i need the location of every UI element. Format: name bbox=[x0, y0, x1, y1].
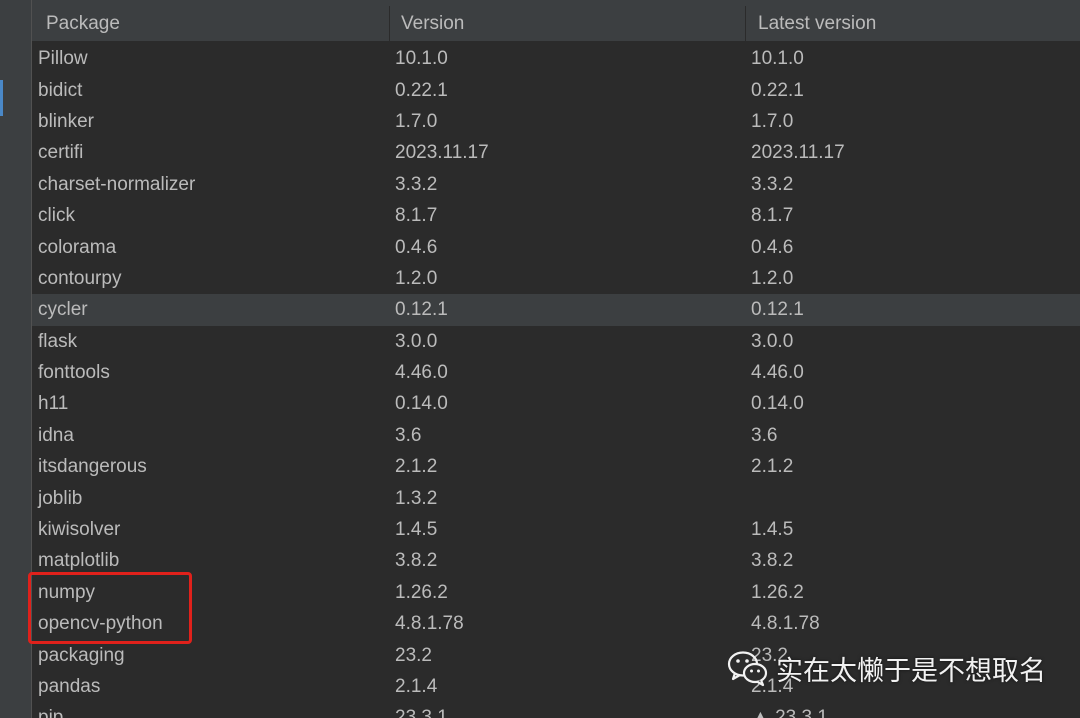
version-cell: 23.2 bbox=[395, 644, 432, 666]
package-name-cell: certifi bbox=[38, 142, 84, 164]
latest-version-cell: 0.12.1 bbox=[751, 299, 804, 321]
table-row[interactable]: h11 0.14.0 0.14.0 bbox=[32, 388, 1080, 420]
version-cell: 2023.11.17 bbox=[395, 142, 489, 164]
latest-version-cell: 10.1.0 bbox=[751, 48, 804, 70]
package-name-cell: Pillow bbox=[38, 48, 88, 70]
table-row[interactable]: fonttools 4.46.0 4.46.0 bbox=[32, 356, 1080, 389]
watermark: 实在太懒于是不想取名 bbox=[726, 646, 1046, 690]
latest-version-cell: 1.4.5 bbox=[751, 519, 794, 541]
version-cell: 0.22.1 bbox=[395, 79, 448, 101]
version-cell: 2.1.2 bbox=[395, 456, 438, 478]
package-name-cell: itsdangerous bbox=[38, 456, 147, 478]
latest-version-cell: 0.14.0 bbox=[751, 393, 804, 415]
package-name-cell: idna bbox=[38, 424, 74, 446]
package-name-cell: kiwisolver bbox=[38, 519, 121, 541]
table-row[interactable]: idna 3.6 3.6 bbox=[32, 419, 1080, 452]
table-row[interactable]: pip 23.3.1 ▲ 23.3.1 bbox=[32, 702, 1080, 718]
package-name-cell: pandas bbox=[38, 676, 101, 697]
table-row[interactable]: cycler 0.12.1 0.12.1 bbox=[32, 294, 1080, 326]
gutter-marker bbox=[0, 80, 3, 116]
table-row[interactable]: click 8.1.7 8.1.7 bbox=[32, 199, 1080, 232]
version-cell: 23.3.1 bbox=[395, 707, 448, 718]
latest-version-cell: 3.8.2 bbox=[751, 550, 794, 572]
table-row[interactable]: colorama 0.4.6 0.4.6 bbox=[32, 231, 1080, 263]
version-cell: 4.46.0 bbox=[395, 362, 448, 384]
table-row[interactable]: joblib 1.3.2 bbox=[32, 482, 1080, 514]
latest-version-cell: 2023.11.17 bbox=[751, 142, 845, 164]
table-header: Package Version Latest version bbox=[32, 6, 1080, 42]
package-name-cell: flask bbox=[38, 330, 78, 352]
latest-version-cell: 4.46.0 bbox=[751, 362, 804, 384]
table-body: Pillow 10.1.0 10.1.0 bidict 0.22.1 0.22.1 blin… bbox=[32, 43, 1080, 718]
table-row[interactable]: flask 3.0.0 3.0.0 bbox=[32, 325, 1080, 357]
table-row[interactable]: numpy 1.26.2 1.26.2 bbox=[32, 576, 1080, 609]
column-header-package[interactable]: Package bbox=[32, 6, 390, 42]
latest-version-cell: 8.1.7 bbox=[751, 205, 794, 227]
version-cell: 10.1.0 bbox=[395, 48, 448, 70]
package-name-cell: pip bbox=[38, 707, 64, 718]
package-name-cell: charset-normalizer bbox=[38, 173, 196, 195]
latest-version-cell: 4.8.1.78 bbox=[751, 613, 820, 635]
version-cell: 1.3.2 bbox=[395, 487, 438, 509]
package-name-cell: colorama bbox=[38, 236, 117, 258]
version-cell: 1.2.0 bbox=[395, 267, 438, 289]
column-header-version[interactable]: Version bbox=[390, 6, 746, 42]
latest-version-cell: 3.3.2 bbox=[751, 173, 794, 195]
wechat-icon bbox=[726, 648, 770, 688]
version-cell: 1.7.0 bbox=[395, 110, 438, 132]
latest-version-cell: 1.2.0 bbox=[751, 267, 794, 289]
version-cell: 3.8.2 bbox=[395, 550, 438, 572]
version-cell: 0.12.1 bbox=[395, 299, 448, 321]
package-name-cell: fonttools bbox=[38, 362, 110, 384]
package-name-cell: h11 bbox=[38, 393, 69, 415]
package-name-cell: contourpy bbox=[38, 267, 122, 289]
package-name-cell: numpy bbox=[38, 581, 96, 603]
packages-table: Package Version Latest version Pillow 10.… bbox=[32, 0, 1080, 718]
latest-version-cell: 0.22.1 bbox=[751, 79, 804, 101]
version-cell: 0.4.6 bbox=[395, 236, 438, 258]
package-name-cell: matplotlib bbox=[38, 550, 120, 572]
version-cell: 3.3.2 bbox=[395, 173, 438, 195]
version-cell: 1.4.5 bbox=[395, 519, 438, 541]
package-name-cell: packaging bbox=[38, 644, 125, 666]
left-gutter bbox=[0, 0, 32, 718]
package-name-cell: bidict bbox=[38, 79, 83, 101]
package-name-cell: joblib bbox=[38, 487, 83, 509]
table-row[interactable]: blinker 1.7.0 1.7.0 bbox=[32, 105, 1080, 138]
latest-version-cell: ▲ 23.3.1 bbox=[751, 707, 828, 718]
table-row[interactable]: opencv-python 4.8.1.78 4.8.1.78 bbox=[32, 608, 1080, 640]
column-header-latest-version[interactable]: Latest version bbox=[746, 6, 1080, 42]
version-cell: 3.0.0 bbox=[395, 330, 438, 352]
table-row[interactable]: matplotlib 3.8.2 3.8.2 bbox=[32, 545, 1080, 577]
table-row[interactable]: bidict 0.22.1 0.22.1 bbox=[32, 74, 1080, 106]
package-name-cell: click bbox=[38, 205, 75, 227]
table-row[interactable]: charset-normalizer 3.3.2 3.3.2 bbox=[32, 168, 1080, 200]
latest-version-cell: 1.7.0 bbox=[751, 110, 794, 132]
table-row[interactable]: contourpy 1.2.0 1.2.0 bbox=[32, 262, 1080, 295]
latest-version-cell: 0.4.6 bbox=[751, 236, 794, 258]
latest-version-cell: 2.1.2 bbox=[751, 456, 794, 478]
latest-version-cell: 3.6 bbox=[751, 424, 778, 446]
version-cell: 0.14.0 bbox=[395, 393, 448, 415]
version-cell: 2.1.4 bbox=[395, 676, 438, 697]
version-cell: 1.26.2 bbox=[395, 581, 448, 603]
version-cell: 3.6 bbox=[395, 424, 422, 446]
latest-version-cell: 1.26.2 bbox=[751, 581, 804, 603]
table-row[interactable]: kiwisolver 1.4.5 1.4.5 bbox=[32, 513, 1080, 546]
package-name-cell: opencv-python bbox=[38, 613, 163, 635]
latest-version-cell: 3.0.0 bbox=[751, 330, 794, 352]
table-row[interactable]: itsdangerous 2.1.2 2.1.2 bbox=[32, 451, 1080, 483]
version-cell: 8.1.7 bbox=[395, 205, 438, 227]
watermark-text: 实在太懒于是不想取名 bbox=[776, 655, 1046, 687]
table-row[interactable]: certifi 2023.11.17 2023.11.17 bbox=[32, 137, 1080, 169]
version-cell: 4.8.1.78 bbox=[395, 613, 464, 635]
package-name-cell: blinker bbox=[38, 110, 94, 132]
package-name-cell: cycler bbox=[38, 299, 88, 321]
table-row[interactable]: Pillow 10.1.0 10.1.0 bbox=[32, 43, 1080, 75]
